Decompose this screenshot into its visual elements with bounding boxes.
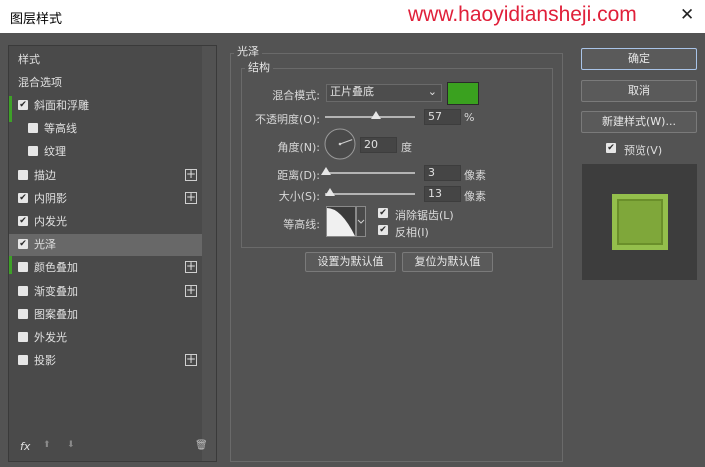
preview-box <box>582 164 697 280</box>
sidebar-item-label: 颜色叠加 <box>34 261 78 275</box>
preview-swatch <box>612 194 668 250</box>
blend-options-item[interactable]: 混合选项 <box>9 72 202 94</box>
sidebar-item-label: 纹理 <box>44 145 66 159</box>
add-instance-icon[interactable]: + <box>185 168 197 181</box>
trash-icon[interactable]: 🗑 <box>195 440 208 451</box>
angle-dial[interactable] <box>324 128 356 160</box>
size-unit: 像素 <box>464 190 486 203</box>
sidebar-item[interactable]: 纹理 <box>9 141 202 163</box>
section-title: 光泽 <box>234 43 262 59</box>
window-title: 图层样式 <box>10 12 63 27</box>
sidebar-item[interactable]: ✔ 光泽 <box>9 234 202 257</box>
sidebar-item[interactable]: 等高线 <box>9 118 202 140</box>
sidebar-item[interactable]: ✔ 内阴影 + <box>9 188 202 210</box>
checkbox[interactable]: ✔ <box>18 216 28 226</box>
panel-footer: fx ⬆ ⬇ 🗑 <box>9 436 216 461</box>
watermark-text: www.haoyidiansheji.com <box>408 3 637 26</box>
invert-label: 反相(I) <box>395 226 429 239</box>
contour-picker[interactable] <box>326 206 366 237</box>
reset-default-button[interactable]: 复位为默认值 <box>402 252 493 272</box>
close-icon[interactable]: ✕ <box>680 5 694 25</box>
sidebar-item[interactable]: 描边 + <box>9 165 202 187</box>
antialias-label: 消除锯齿(L) <box>395 209 454 222</box>
ok-button[interactable]: 确定 <box>581 48 697 70</box>
styles-header-label: 样式 <box>18 53 40 66</box>
sidebar-item-label: 光泽 <box>34 238 56 252</box>
sidebar-item-label: 外发光 <box>34 331 67 344</box>
sidebar-item[interactable]: ✔ 内发光 <box>9 211 202 233</box>
opacity-unit: % <box>464 111 475 124</box>
sidebar-item-label: 斜面和浮雕 <box>34 99 89 112</box>
invert-checkbox[interactable]: ✔ <box>378 225 388 235</box>
styles-header[interactable]: 样式 <box>9 49 202 71</box>
checkbox[interactable] <box>28 123 38 134</box>
checkbox[interactable] <box>28 146 38 157</box>
distance-unit: 像素 <box>464 169 486 182</box>
blend-options-label: 混合选项 <box>18 76 62 89</box>
sidebar-item-label: 渐变叠加 <box>34 284 78 298</box>
distance-slider-thumb[interactable] <box>321 167 332 175</box>
checkbox[interactable] <box>18 169 28 180</box>
checkbox[interactable] <box>18 285 28 296</box>
opacity-label: 不透明度(O): <box>255 113 320 126</box>
checkbox[interactable] <box>18 262 28 273</box>
sidebar-item-label: 内发光 <box>34 215 67 228</box>
move-down-icon[interactable]: ⬇ <box>67 440 75 450</box>
blend-mode-value: 正片叠底 <box>330 85 374 98</box>
add-instance-icon[interactable]: + <box>185 260 197 274</box>
sidebar-item-label: 投影 <box>34 354 56 368</box>
sidebar-item-label: 等高线 <box>44 122 77 136</box>
distance-label: 距离(D): <box>277 169 320 182</box>
styles-list-panel: 样式 混合选项 ✔ 斜面和浮雕 等高线 纹理 描边 + ✔ 内阴影 + ✔ 内发光 ✔ 光泽 颜色叠加 + 渐… <box>8 45 217 462</box>
checkbox[interactable]: ✔ <box>18 192 28 203</box>
fx-icon[interactable]: fx <box>20 440 30 453</box>
checkbox[interactable] <box>18 308 28 319</box>
add-instance-icon[interactable]: + <box>185 284 197 297</box>
sidebar-item-label: 图案叠加 <box>34 307 78 321</box>
sidebar-item[interactable]: 颜色叠加 + <box>9 257 202 279</box>
sidebar-item[interactable]: 外发光 <box>9 327 202 349</box>
checkbox[interactable]: ✔ <box>18 239 28 250</box>
opacity-slider-track[interactable] <box>325 116 415 118</box>
structure-title: 结构 <box>245 59 273 75</box>
checkbox[interactable] <box>18 332 28 342</box>
distance-input[interactable]: 3 <box>424 165 461 181</box>
add-instance-icon[interactable]: + <box>185 353 197 367</box>
distance-slider-track[interactable] <box>325 172 415 174</box>
size-slider-track[interactable] <box>325 193 415 195</box>
preview-label: 预览(V) <box>624 144 663 157</box>
sidebar-item[interactable]: 渐变叠加 + <box>9 281 202 303</box>
move-up-icon[interactable]: ⬆ <box>43 440 51 450</box>
checkbox[interactable]: ✔ <box>18 100 28 110</box>
sidebar-item[interactable]: 投影 + <box>9 350 202 372</box>
size-slider-thumb[interactable] <box>324 188 335 196</box>
opacity-input[interactable]: 57 <box>424 109 461 125</box>
angle-unit: 度 <box>401 141 412 154</box>
cancel-button[interactable]: 取消 <box>581 80 697 102</box>
size-input[interactable]: 13 <box>424 186 461 202</box>
sidebar-item[interactable]: 图案叠加 <box>9 304 202 326</box>
new-style-button[interactable]: 新建样式(W)... <box>581 111 697 133</box>
list-scrollbar[interactable] <box>202 46 216 461</box>
title-bar: 图层样式 www.haoyidiansheji.com ✕ <box>0 0 705 33</box>
add-instance-icon[interactable]: + <box>185 191 197 204</box>
sidebar-item-label: 描边 <box>34 168 56 182</box>
contour-label: 等高线: <box>283 218 320 231</box>
opacity-slider-thumb[interactable] <box>371 111 382 119</box>
set-default-button[interactable]: 设置为默认值 <box>305 252 396 272</box>
angle-input[interactable]: 20 <box>360 137 397 153</box>
size-label: 大小(S): <box>278 190 320 203</box>
chevron-down-icon: ⌄ <box>427 85 437 98</box>
blend-mode-select[interactable]: 正片叠底 ⌄ <box>326 84 442 102</box>
antialias-checkbox[interactable]: ✔ <box>378 208 388 218</box>
sidebar-item-label: 内阴影 <box>34 191 67 205</box>
blend-mode-label: 混合模式: <box>272 89 320 102</box>
angle-label: 角度(N): <box>277 141 320 154</box>
sidebar-item[interactable]: ✔ 斜面和浮雕 <box>9 95 202 117</box>
color-swatch[interactable] <box>447 82 479 105</box>
preview-checkbox[interactable]: ✔ <box>606 143 616 153</box>
checkbox[interactable] <box>18 355 28 366</box>
